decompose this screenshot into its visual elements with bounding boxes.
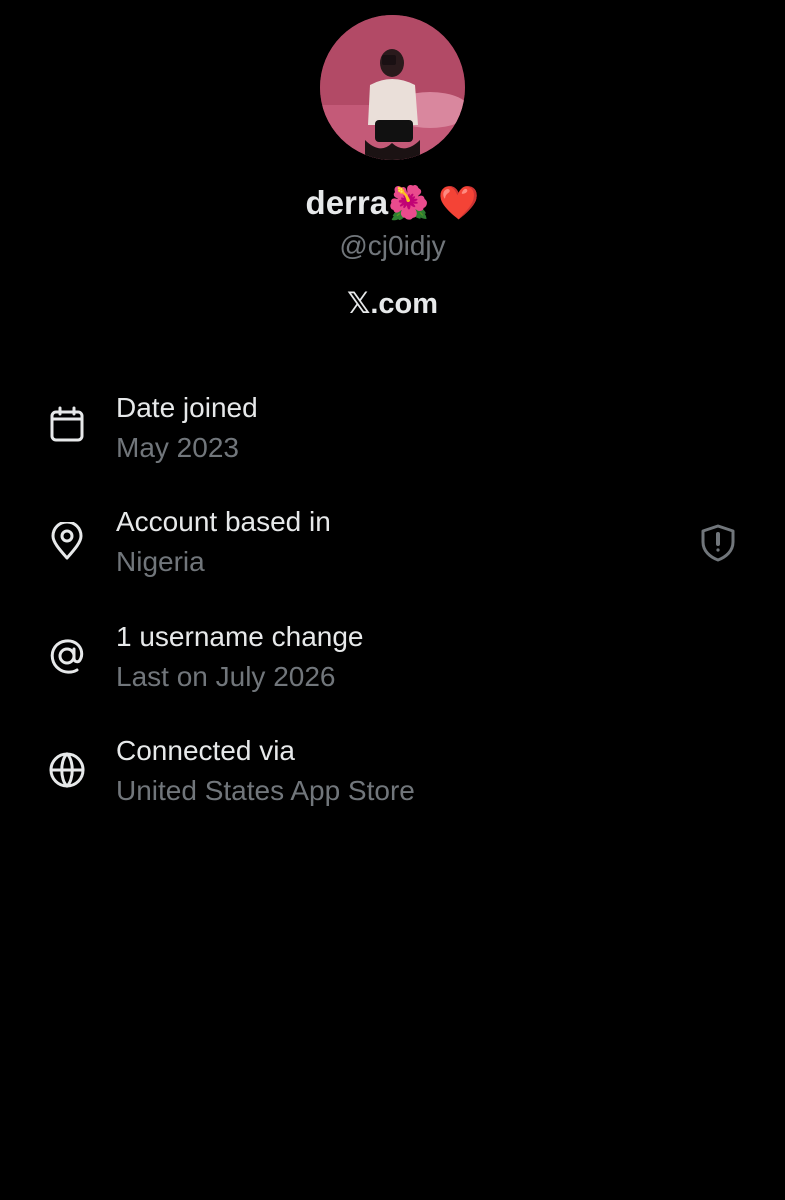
info-row-username-change: 1 username change Last on July 2026 [0, 619, 785, 699]
site-label: 𝕏.com [346, 288, 439, 320]
row-value: United States App Store [116, 775, 415, 806]
row-title: Connected via [116, 735, 296, 766]
row-value: Nigeria [116, 546, 205, 577]
calendar-icon [47, 405, 87, 445]
shield-alert-icon[interactable] [697, 522, 739, 564]
at-sign-icon [47, 636, 87, 676]
username-handle: @cj0idjy [339, 230, 446, 261]
info-row-connected-via: Connected via United States App Store [0, 733, 785, 813]
info-row-date-joined: Date joined May 2023 [0, 390, 785, 470]
globe-icon [47, 750, 87, 790]
row-value: Last on July 2026 [116, 661, 336, 692]
row-title: Date joined [116, 392, 258, 423]
info-row-account-based-in: Account based in Nigeria [0, 504, 785, 584]
row-title: 1 username change [116, 621, 364, 652]
row-title: Account based in [116, 506, 331, 537]
row-value: May 2023 [116, 432, 239, 463]
display-name: derra🌺 ❤️ [305, 184, 480, 221]
location-pin-icon [47, 522, 87, 562]
avatar[interactable] [320, 15, 465, 160]
avatar-photo [320, 15, 465, 160]
